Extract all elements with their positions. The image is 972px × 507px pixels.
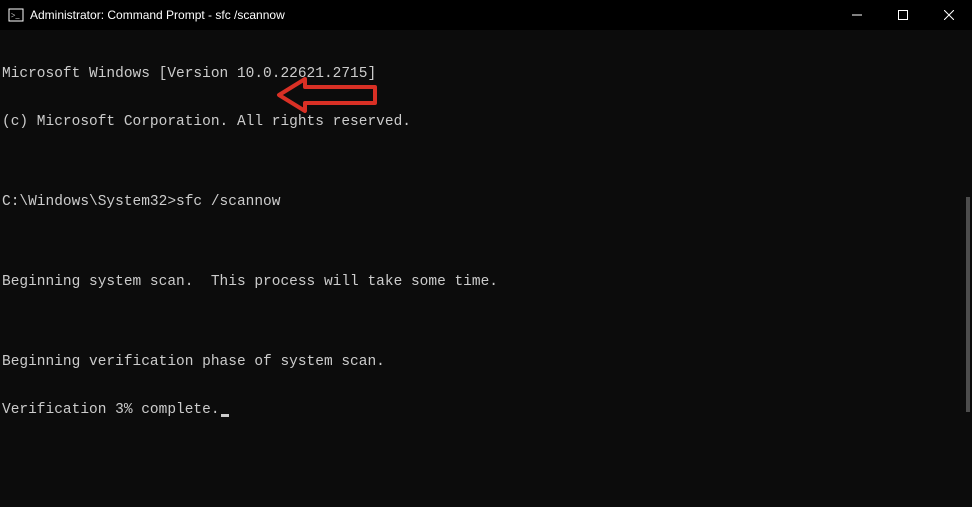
svg-text:>_: >_ [11, 11, 21, 20]
command-line: C:\Windows\System32>sfc /scannow [2, 194, 972, 210]
maximize-button[interactable] [880, 0, 926, 30]
output-line: Verification 3% complete. [2, 402, 972, 418]
close-button[interactable] [926, 0, 972, 30]
window-controls [834, 0, 972, 30]
prompt-path: C:\Windows\System32> [2, 194, 176, 210]
entered-command: sfc /scannow [176, 194, 280, 210]
output-line: (c) Microsoft Corporation. All rights re… [2, 114, 972, 130]
scrollbar-thumb[interactable] [966, 197, 970, 412]
output-line: Microsoft Windows [Version 10.0.22621.27… [2, 66, 972, 82]
progress-text: Verification 3% complete. [2, 402, 220, 418]
window-title: Administrator: Command Prompt - sfc /sca… [30, 8, 285, 22]
minimize-button[interactable] [834, 0, 880, 30]
vertical-scrollbar[interactable] [966, 30, 970, 507]
window-titlebar: >_ Administrator: Command Prompt - sfc /… [0, 0, 972, 30]
output-line: Beginning verification phase of system s… [2, 354, 972, 370]
terminal-output[interactable]: Microsoft Windows [Version 10.0.22621.27… [0, 30, 972, 466]
text-cursor [221, 414, 229, 417]
output-line: Beginning system scan. This process will… [2, 274, 972, 290]
cmd-app-icon: >_ [8, 7, 24, 23]
